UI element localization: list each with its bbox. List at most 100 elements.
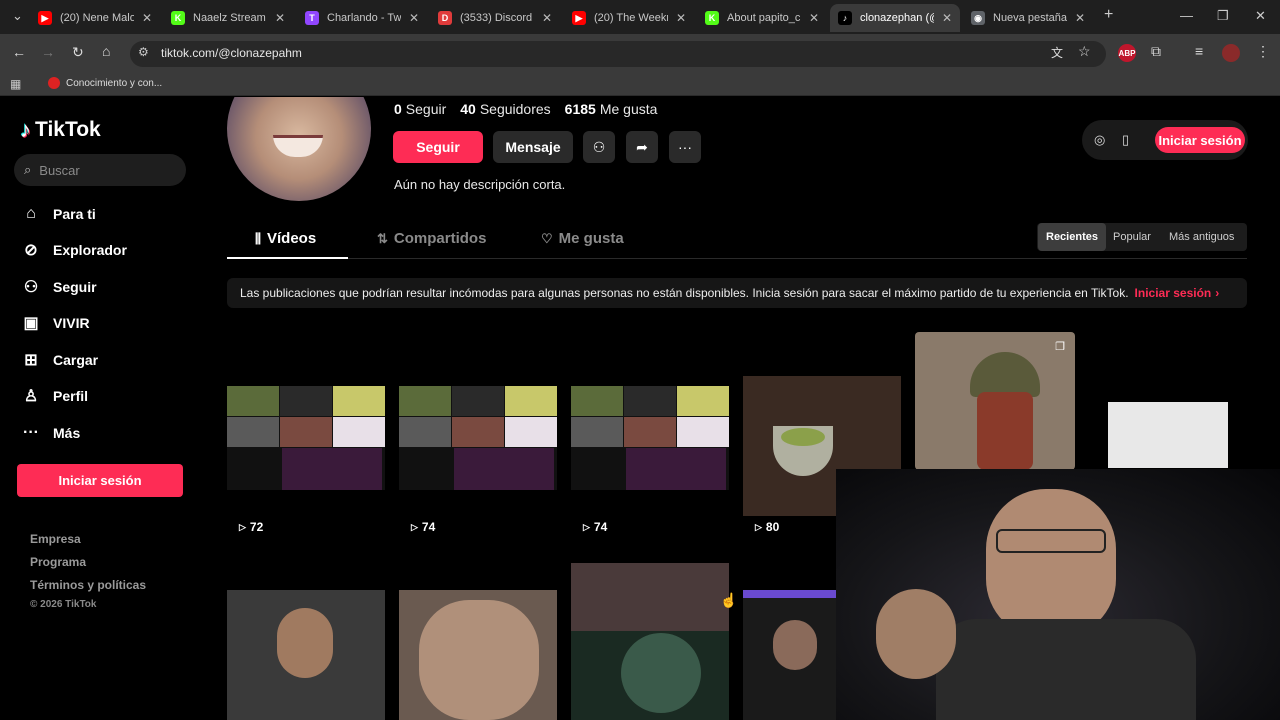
close-tab-icon[interactable]: ✕ <box>809 11 819 25</box>
tab-title: (3533) Discord | <box>460 12 534 24</box>
twitch-icon: T <box>305 11 319 25</box>
compass-icon: ⊘ <box>24 242 38 259</box>
top-login-button[interactable]: Iniciar sesión <box>1155 127 1245 153</box>
browser-tab[interactable]: ◉ Nueva pestaña ✕ <box>963 4 1093 32</box>
profile-avatar[interactable] <box>1222 44 1240 62</box>
bookmark-star-icon[interactable]: ☆ <box>1078 43 1091 60</box>
tab-title: Nueva pestaña <box>993 12 1067 24</box>
close-tab-icon[interactable]: ✕ <box>942 11 952 25</box>
youtube-icon: ▶ <box>38 11 52 25</box>
browser-tab[interactable]: ▶ (20) Nene Malo - ✕ <box>30 4 160 32</box>
media-controls-icon[interactable]: ≡ <box>1195 43 1203 59</box>
search-box[interactable]: ⌕ <box>14 154 186 186</box>
close-tab-icon[interactable]: ✕ <box>676 11 686 25</box>
live-icon: ▣ <box>23 315 39 332</box>
forward-arrow-icon[interactable]: → <box>41 44 55 60</box>
footer-link-program[interactable]: Programa <box>30 555 86 569</box>
notice-text: Las publicaciones que podrían resultar i… <box>240 286 1129 300</box>
following-stat[interactable]: 0 Seguir <box>394 101 446 117</box>
browser-tab[interactable]: ▶ (20) The Weeknd ✕ <box>564 4 694 32</box>
minimize-icon[interactable]: — <box>1180 8 1193 23</box>
browser-tab[interactable]: ♪ clonazephan (@ ✕ <box>830 4 960 32</box>
tab-search-chevron-icon[interactable]: ⌄ <box>12 8 23 24</box>
chrome-icon: ◉ <box>971 11 985 25</box>
video-thumbnail[interactable] <box>743 590 837 720</box>
bookmark-item[interactable]: Conocimiento y con... <box>48 77 162 89</box>
tiktok-page: ♪ TikTok ⌕ ⌂ Para ti ⊘ Explorador ⚇ Seguir ▣ VI… <box>0 97 1280 720</box>
chrome-menu-icon[interactable]: ⋮ <box>1256 43 1270 60</box>
video-thumbnail[interactable] <box>399 590 557 720</box>
add-friend-icon[interactable]: ⚇ <box>583 131 615 163</box>
sidebar-item-following[interactable]: ⚇ Seguir <box>20 273 97 301</box>
video-thumbnail[interactable] <box>571 386 729 490</box>
video-thumbnail[interactable] <box>571 563 729 720</box>
search-input[interactable] <box>39 162 170 178</box>
video-thumbnail[interactable] <box>1108 402 1228 468</box>
bookmark-label: Conocimiento y con... <box>66 77 163 89</box>
footer-link-company[interactable]: Empresa <box>30 532 81 546</box>
new-tab-plus-icon[interactable]: + <box>1104 6 1113 24</box>
browser-tab[interactable]: K About papito_ch ✕ <box>697 4 827 32</box>
home-icon[interactable]: ⌂ <box>102 43 110 59</box>
upload-icon: ⊞ <box>24 352 38 369</box>
device-icon[interactable]: ▯ <box>1122 132 1129 148</box>
video-thumbnail[interactable]: ❐ <box>915 332 1075 470</box>
browser-tab[interactable]: K Naaelz Stream - ✕ <box>163 4 293 32</box>
coins-icon[interactable]: ◎ <box>1094 132 1105 148</box>
adblock-extension-icon[interactable]: ABP <box>1118 44 1136 62</box>
video-thumbnail[interactable] <box>399 386 557 490</box>
address-url[interactable]: tiktok.com/@clonazepahm <box>161 46 302 60</box>
sidebar-item-label: Explorador <box>53 242 127 258</box>
sidebar-login-button[interactable]: Iniciar sesión <box>17 464 183 497</box>
close-tab-icon[interactable]: ✕ <box>542 11 552 25</box>
tab-liked[interactable]: ♡ Me gusta <box>541 230 624 247</box>
sidebar-item-compass[interactable]: ⊘ Explorador <box>20 236 127 264</box>
login-notice-banner: Las publicaciones que podrían resultar i… <box>227 278 1247 308</box>
followers-stat[interactable]: 40 Seguidores <box>460 101 550 117</box>
close-tab-icon[interactable]: ✕ <box>142 11 152 25</box>
sidebar-item-upload[interactable]: ⊞ Cargar <box>20 346 98 374</box>
sidebar-item-more[interactable]: ··· Más <box>20 419 80 447</box>
profile-stats: 0 Seguir 40 Seguidores 6185 Me gusta <box>394 101 657 117</box>
more-options-icon[interactable]: ··· <box>669 131 701 163</box>
tabs-divider <box>227 258 1247 259</box>
maximize-icon[interactable]: ❐ <box>1217 8 1229 24</box>
site-info-icon[interactable]: ⚙ <box>138 45 149 59</box>
browser-tab[interactable]: D (3533) Discord | ✕ <box>430 4 560 32</box>
extensions-puzzle-icon[interactable]: ⧉ <box>1151 43 1161 60</box>
notice-login-link[interactable]: Iniciar sesión <box>1135 286 1212 300</box>
close-tab-icon[interactable]: ✕ <box>409 11 419 25</box>
message-button[interactable]: Mensaje <box>493 131 573 163</box>
play-icon: ▷ <box>411 521 418 532</box>
video-thumbnail[interactable] <box>227 590 385 720</box>
view-count: ▷ 72 <box>239 520 264 534</box>
tab-videos[interactable]: ⫼ Vídeos <box>255 230 316 247</box>
following-icon: ⚇ <box>23 279 39 296</box>
view-count: ▷ 74 <box>411 520 436 534</box>
sidebar-item-live[interactable]: ▣ VIVIR <box>20 309 89 337</box>
sort-oldest[interactable]: Más antiguos <box>1161 223 1242 251</box>
browser-tab[interactable]: T Charlando - Twit ✕ <box>297 4 427 32</box>
reload-icon[interactable]: ↻ <box>72 44 84 61</box>
footer-link-terms[interactable]: Términos y políticas <box>30 578 146 592</box>
active-tab-indicator <box>227 257 348 259</box>
sort-recent[interactable]: Recientes <box>1038 223 1106 251</box>
sort-popular[interactable]: Popular <box>1105 223 1159 251</box>
follow-button[interactable]: Seguir <box>393 131 483 163</box>
videos-tab-icon: ⫼ <box>255 230 261 246</box>
tab-reposts[interactable]: ⇅ Compartidos <box>377 230 486 247</box>
sidebar-item-profile[interactable]: ♙ Perfil <box>20 382 88 410</box>
share-icon[interactable]: ➦ <box>626 131 658 163</box>
sidebar-item-home[interactable]: ⌂ Para ti <box>20 200 96 228</box>
close-window-icon[interactable]: ✕ <box>1255 8 1266 24</box>
view-count: ▷ 74 <box>583 520 608 534</box>
tiktok-logo[interactable]: ♪ TikTok <box>20 117 101 143</box>
video-thumbnail[interactable] <box>227 386 385 490</box>
close-tab-icon[interactable]: ✕ <box>275 11 285 25</box>
chevron-right-icon: › <box>1215 286 1220 300</box>
close-tab-icon[interactable]: ✕ <box>1075 11 1085 25</box>
back-arrow-icon[interactable]: ← <box>12 44 26 60</box>
sidebar-item-label: Más <box>53 425 81 441</box>
translate-icon[interactable]: 文 <box>1051 44 1063 61</box>
apps-grid-icon[interactable]: ▦ <box>10 77 21 91</box>
